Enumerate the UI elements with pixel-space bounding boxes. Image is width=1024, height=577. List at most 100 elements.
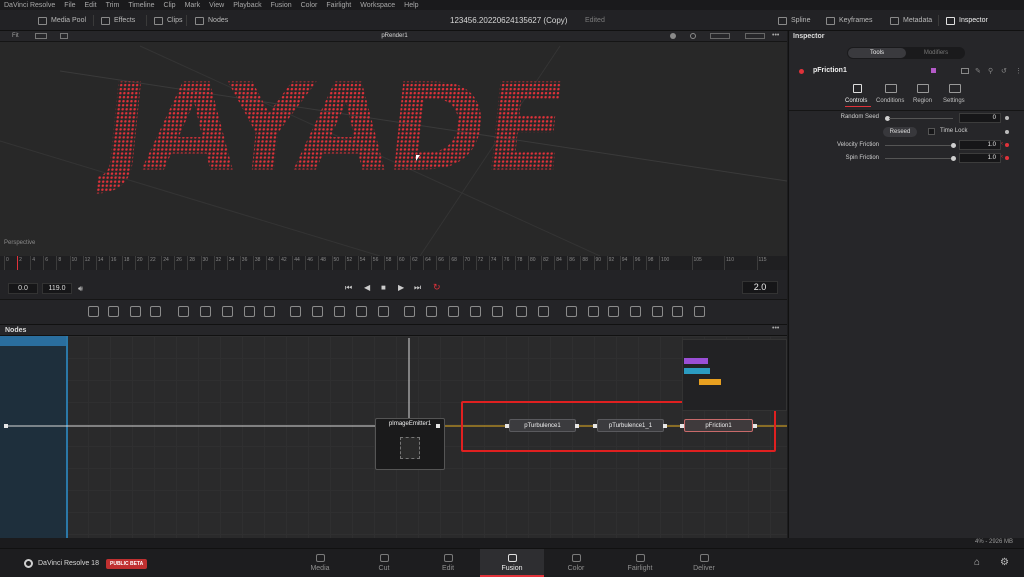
tab-controls[interactable]: Controls	[845, 98, 867, 104]
input-port[interactable]	[4, 424, 8, 428]
tool-icon[interactable]	[608, 306, 619, 317]
loop-icon[interactable]: ↻	[433, 282, 441, 293]
output-port[interactable]	[436, 424, 440, 428]
home-icon[interactable]: ⌂	[974, 557, 980, 568]
random-seed-slider[interactable]	[889, 118, 953, 119]
menu-workspace[interactable]: Workspace	[360, 2, 395, 9]
time-lock-checkbox[interactable]	[928, 128, 935, 135]
node-color-dot-icon[interactable]	[799, 69, 804, 74]
channel-dropdown[interactable]	[710, 33, 730, 39]
tool-icon[interactable]	[672, 306, 683, 317]
menu-view[interactable]: View	[209, 2, 224, 9]
tool-icon[interactable]	[516, 306, 527, 317]
tool-icon[interactable]	[222, 306, 233, 317]
menu-playback[interactable]: Playback	[233, 2, 261, 9]
keyframe-dot-icon[interactable]	[1005, 156, 1009, 160]
goto-start-icon[interactable]: ⏮︎	[345, 283, 352, 293]
tool-icon[interactable]	[178, 306, 189, 317]
start-time-field[interactable]: 0.0	[8, 283, 38, 294]
settings-gear-icon[interactable]: ⚙	[1000, 557, 1009, 568]
page-deliver[interactable]: Deliver	[672, 549, 736, 577]
tab-modifiers[interactable]: Modifiers	[907, 48, 965, 58]
tool-icon[interactable]	[566, 306, 577, 317]
link-icon[interactable]: ‹	[1001, 154, 1003, 160]
node-color-swatch[interactable]	[931, 68, 936, 73]
menu-help[interactable]: Help	[404, 2, 418, 9]
playhead[interactable]	[17, 256, 18, 270]
menu-timeline[interactable]: Timeline	[128, 2, 154, 9]
current-time-field[interactable]: 2.0	[742, 281, 778, 294]
keyframes-button[interactable]: Keyframes	[826, 14, 872, 27]
tool-icon[interactable]	[264, 306, 275, 317]
keyframe-dot-icon[interactable]	[1005, 130, 1009, 134]
menu-edit[interactable]: Edit	[85, 2, 97, 9]
keyframe-dot-icon[interactable]	[1005, 116, 1009, 120]
effects-button[interactable]: Effects	[101, 14, 135, 27]
goto-end-icon[interactable]: ⏭︎	[414, 283, 421, 293]
viewer[interactable]: JAYADE Perspective	[0, 31, 787, 256]
tool-icon[interactable]	[694, 306, 705, 317]
tab-settings[interactable]: Settings	[943, 98, 965, 104]
menu-clip[interactable]: Clip	[164, 2, 176, 9]
page-edit[interactable]: Edit	[416, 549, 480, 577]
page-media[interactable]: Media	[288, 549, 352, 577]
menu-color[interactable]: Color	[301, 2, 318, 9]
inspector-button[interactable]: Inspector	[946, 14, 988, 27]
tool-icon[interactable]	[492, 306, 503, 317]
pimageemitter-node[interactable]: pImageEmitter1	[375, 418, 445, 470]
pin-icon[interactable]: ✎	[975, 67, 981, 75]
tool-icon[interactable]	[290, 306, 301, 317]
tool-icon[interactable]	[378, 306, 389, 317]
reseed-button[interactable]: Reseed	[883, 127, 917, 137]
velocity-friction-slider[interactable]	[885, 145, 951, 146]
tool-icon[interactable]	[470, 306, 481, 317]
tool-icon[interactable]	[538, 306, 549, 317]
metadata-button[interactable]: Metadata	[890, 14, 932, 27]
node-navigator[interactable]	[682, 339, 787, 411]
menu-trim[interactable]: Trim	[106, 2, 120, 9]
tab-region[interactable]: Region	[913, 98, 932, 104]
link-icon[interactable]: ‹	[1001, 141, 1003, 147]
tool-icon[interactable]	[448, 306, 459, 317]
reset-icon[interactable]: ↺	[1001, 67, 1007, 75]
velocity-friction-field[interactable]: 1.0	[959, 140, 1001, 150]
tool-icon[interactable]	[426, 306, 437, 317]
nodes-more-icon[interactable]: •••	[772, 325, 779, 332]
tool-icon[interactable]	[130, 306, 141, 317]
stop-icon[interactable]: ■	[381, 283, 386, 292]
node-editor[interactable]: pImageEmitter1 pTurbulence1 pTurbulence1…	[0, 336, 787, 538]
view-options-icon[interactable]	[35, 33, 47, 39]
spline-button[interactable]: Spline	[778, 14, 810, 27]
lut-dropdown[interactable]	[745, 33, 765, 39]
roi-icon[interactable]	[60, 33, 68, 39]
end-time-field[interactable]: 119.0	[42, 283, 72, 294]
tool-icon[interactable]	[356, 306, 367, 317]
lock-icon[interactable]: ⚲	[988, 67, 993, 75]
play-icon[interactable]: ▶	[398, 283, 404, 292]
nodes-button[interactable]: Nodes	[195, 14, 228, 27]
viewer-b-icon[interactable]	[690, 33, 696, 39]
spin-friction-knob[interactable]	[951, 156, 956, 161]
tool-icon[interactable]	[312, 306, 323, 317]
tool-icon[interactable]	[108, 306, 119, 317]
viewer-more-icon[interactable]: •••	[772, 32, 779, 39]
viewer-a-icon[interactable]	[670, 33, 676, 39]
tab-conditions[interactable]: Conditions	[876, 98, 904, 104]
menu-file[interactable]: File	[64, 2, 75, 9]
more-icon[interactable]: ⋮	[1015, 67, 1022, 75]
page-fusion[interactable]: Fusion	[480, 549, 544, 577]
tool-icon[interactable]	[652, 306, 663, 317]
spin-friction-slider[interactable]	[885, 158, 951, 159]
page-cut[interactable]: Cut	[352, 549, 416, 577]
media-pool-button[interactable]: Media Pool	[38, 14, 86, 27]
version-icon[interactable]	[961, 68, 969, 74]
tool-icon[interactable]	[630, 306, 641, 317]
step-back-icon[interactable]: ◀	[364, 283, 370, 292]
tool-icon[interactable]	[244, 306, 255, 317]
tool-icon[interactable]	[150, 306, 161, 317]
random-seed-field[interactable]: 0	[959, 113, 1001, 123]
menu-mark[interactable]: Mark	[185, 2, 201, 9]
tab-tools[interactable]: Tools	[848, 48, 906, 58]
menu-fairlight[interactable]: Fairlight	[326, 2, 351, 9]
page-color[interactable]: Color	[544, 549, 608, 577]
